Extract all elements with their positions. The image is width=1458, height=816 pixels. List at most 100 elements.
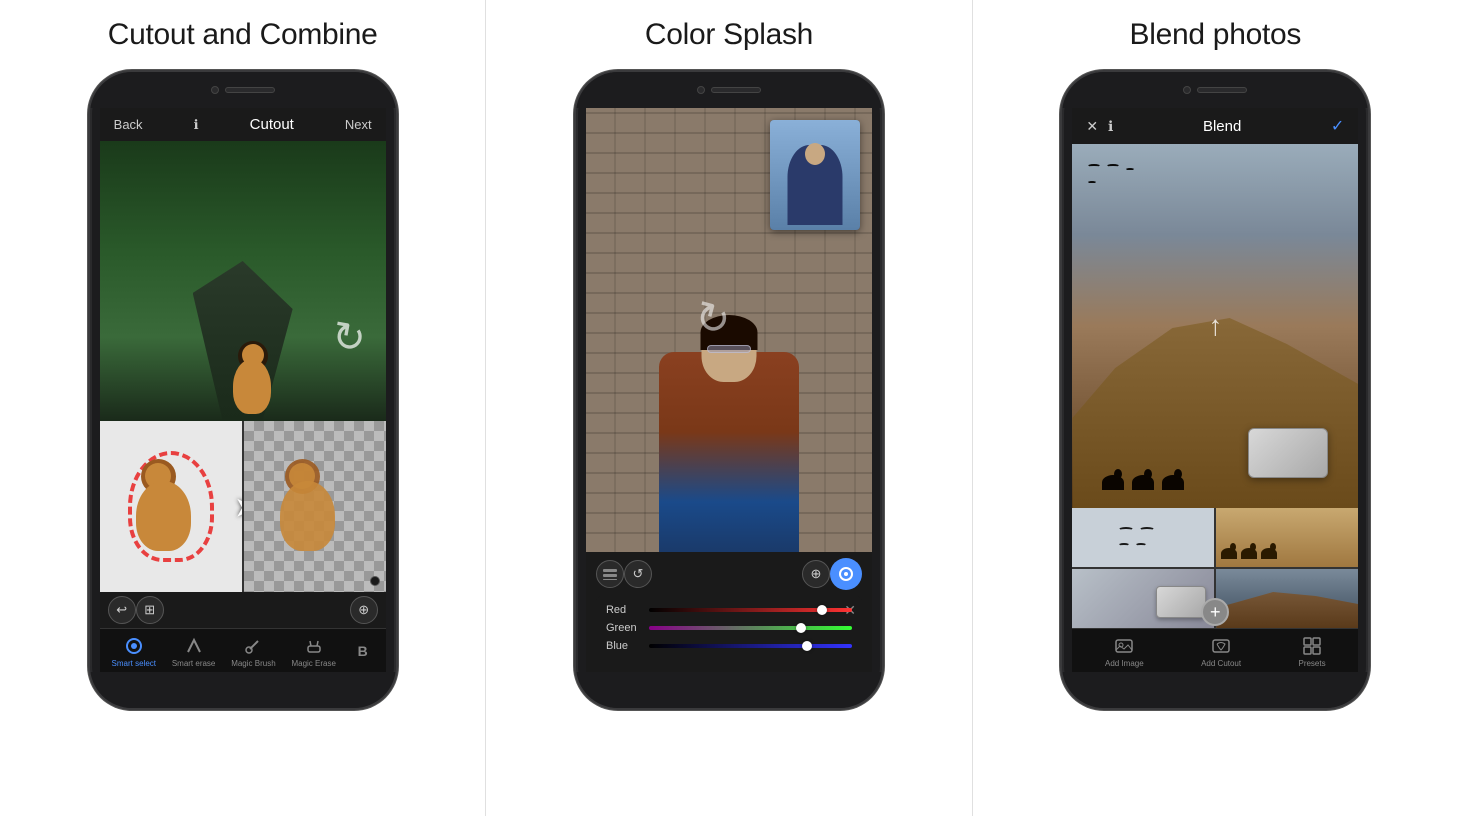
vol-down-button <box>88 192 90 220</box>
presets-tool[interactable]: Presets <box>1298 635 1325 668</box>
cutout-result-image <box>244 421 386 592</box>
camel-3 <box>1162 475 1184 490</box>
blue-slider[interactable] <box>649 644 852 648</box>
cell-camel-1 <box>1221 548 1237 559</box>
blend-confirm-button[interactable]: ✓ <box>1331 116 1344 136</box>
app-container: Cutout and Combine Back ℹ Cutout Next <box>0 0 1458 816</box>
splash-active-button[interactable] <box>830 558 862 590</box>
cutout-screen-title: Cutout <box>250 116 294 133</box>
blend-toolbar: Add Image Add Cutout <box>1072 628 1358 672</box>
color-splash-title: Color Splash <box>645 18 813 52</box>
info-button[interactable]: ℹ <box>194 117 199 133</box>
blend-cell-top-right[interactable] <box>1216 508 1358 567</box>
color-splash-main: ↻ <box>586 108 872 552</box>
vol-up-button-2 <box>574 152 576 180</box>
lion-body-outlined <box>136 481 191 551</box>
cutout-header: Back ℹ Cutout Next <box>100 108 386 141</box>
phone-prop <box>1248 428 1328 478</box>
presets-icon <box>1301 635 1323 657</box>
bird-silhouettes <box>1087 164 1147 185</box>
blend-cell-top-left[interactable] <box>1072 508 1214 567</box>
blend-header-left: ✕ ℹ <box>1086 118 1113 135</box>
blend-main-image: ↑ <box>1072 144 1358 508</box>
phone-top-bar-2 <box>576 72 882 108</box>
magic-brush-tool[interactable]: Magic Brush <box>231 635 275 668</box>
vol-down-button-2 <box>574 192 576 220</box>
camel-1 <box>1102 475 1124 490</box>
mute-button-2 <box>574 127 576 145</box>
smart-select-icon <box>123 635 145 657</box>
undo-button[interactable]: ↩ <box>108 596 136 624</box>
cell-camel-3 <box>1261 548 1277 559</box>
cell-camel-2 <box>1241 548 1257 559</box>
magic-brush-icon <box>242 635 264 657</box>
green-thumb[interactable] <box>796 623 806 633</box>
front-camera <box>211 86 219 94</box>
vol-up-button <box>88 152 90 180</box>
cutout-toolbar: Smart select Smart erase M <box>100 628 386 672</box>
magic-erase-tool[interactable]: Magic Erase <box>291 635 335 668</box>
smart-erase-tool[interactable]: Smart erase <box>172 635 216 668</box>
blend-title: Blend photos <box>1130 18 1302 52</box>
blend-cell-bottom-left[interactable] <box>1072 569 1214 628</box>
phone-speaker <box>225 87 275 93</box>
phone-top-bar-3 <box>1062 72 1368 108</box>
blue-thumb[interactable] <box>802 641 812 651</box>
red-slider[interactable] <box>649 608 852 612</box>
blend-screen-title: Blend <box>1203 118 1241 135</box>
red-slider-row: Red <box>606 604 852 616</box>
phone-bottom-3 <box>1062 672 1368 708</box>
bird-3 <box>1125 168 1135 172</box>
smart-select-tool[interactable]: Smart select <box>112 635 156 668</box>
outlined-lion <box>100 421 242 592</box>
cell-tl-bg <box>1072 508 1214 567</box>
lion-body-main <box>233 359 271 414</box>
toggle-button[interactable]: ⊞ <box>136 596 164 624</box>
color-splash-panel: Color Splash <box>486 0 972 816</box>
magic-brush-label: Magic Brush <box>231 659 275 668</box>
phone-speaker-3 <box>1197 87 1247 93</box>
green-slider-row: Green <box>606 622 852 634</box>
add-cutout-icon <box>1210 635 1232 657</box>
bird-2 <box>1106 164 1120 169</box>
camel-silhouettes <box>1102 475 1184 490</box>
red-thumb[interactable] <box>817 605 827 615</box>
presets-label: Presets <box>1298 659 1325 668</box>
next-button[interactable]: Next <box>345 117 372 132</box>
magic-erase-label: Magic Erase <box>291 659 335 668</box>
color-panel: ✕ Red Green <box>596 596 862 666</box>
camel-2 <box>1132 475 1154 490</box>
mute-button-3 <box>1060 127 1062 145</box>
blend-panel: Blend photos ✕ ℹ Blend <box>973 0 1458 816</box>
blend-info-button[interactable]: ℹ <box>1108 118 1113 135</box>
cell-camels <box>1221 548 1277 559</box>
cutout-phone: Back ℹ Cutout Next <box>88 70 398 710</box>
front-camera-2 <box>697 86 705 94</box>
add-blend-button[interactable]: + <box>1201 598 1229 626</box>
back-button[interactable]: Back <box>114 117 143 132</box>
result-lion <box>244 421 386 592</box>
camel-head-1 <box>1114 469 1122 479</box>
splash-toolbar: ↺ ⊕ ✕ Red <box>586 552 872 672</box>
zoom-button[interactable]: ⊕ <box>350 596 378 624</box>
cutout-main-image: ↻ <box>100 141 386 421</box>
man-body <box>659 352 799 552</box>
zoom-button-2[interactable]: ⊕ <box>802 560 830 588</box>
camel-head-2 <box>1144 469 1152 479</box>
blend-cell-bottom-right[interactable] <box>1216 569 1358 628</box>
close-x-button[interactable]: ✕ <box>1086 118 1098 135</box>
green-label: Green <box>606 622 641 634</box>
green-slider[interactable] <box>649 626 852 630</box>
phone-bottom-2 <box>576 672 882 708</box>
man-figure <box>629 302 829 552</box>
b-tool[interactable]: B <box>352 640 374 664</box>
add-cutout-tool[interactable]: Add Cutout <box>1201 635 1241 668</box>
rotate-button[interactable]: ↺ <box>624 560 652 588</box>
blend-header: ✕ ℹ Blend ✓ <box>1072 108 1358 144</box>
smart-select-label: Smart select <box>112 659 156 668</box>
add-cutout-label: Add Cutout <box>1201 659 1241 668</box>
add-image-tool[interactable]: Add Image <box>1105 635 1144 668</box>
person-head-inset <box>805 143 825 165</box>
bird-1 <box>1087 164 1101 169</box>
layers-button[interactable] <box>596 560 624 588</box>
